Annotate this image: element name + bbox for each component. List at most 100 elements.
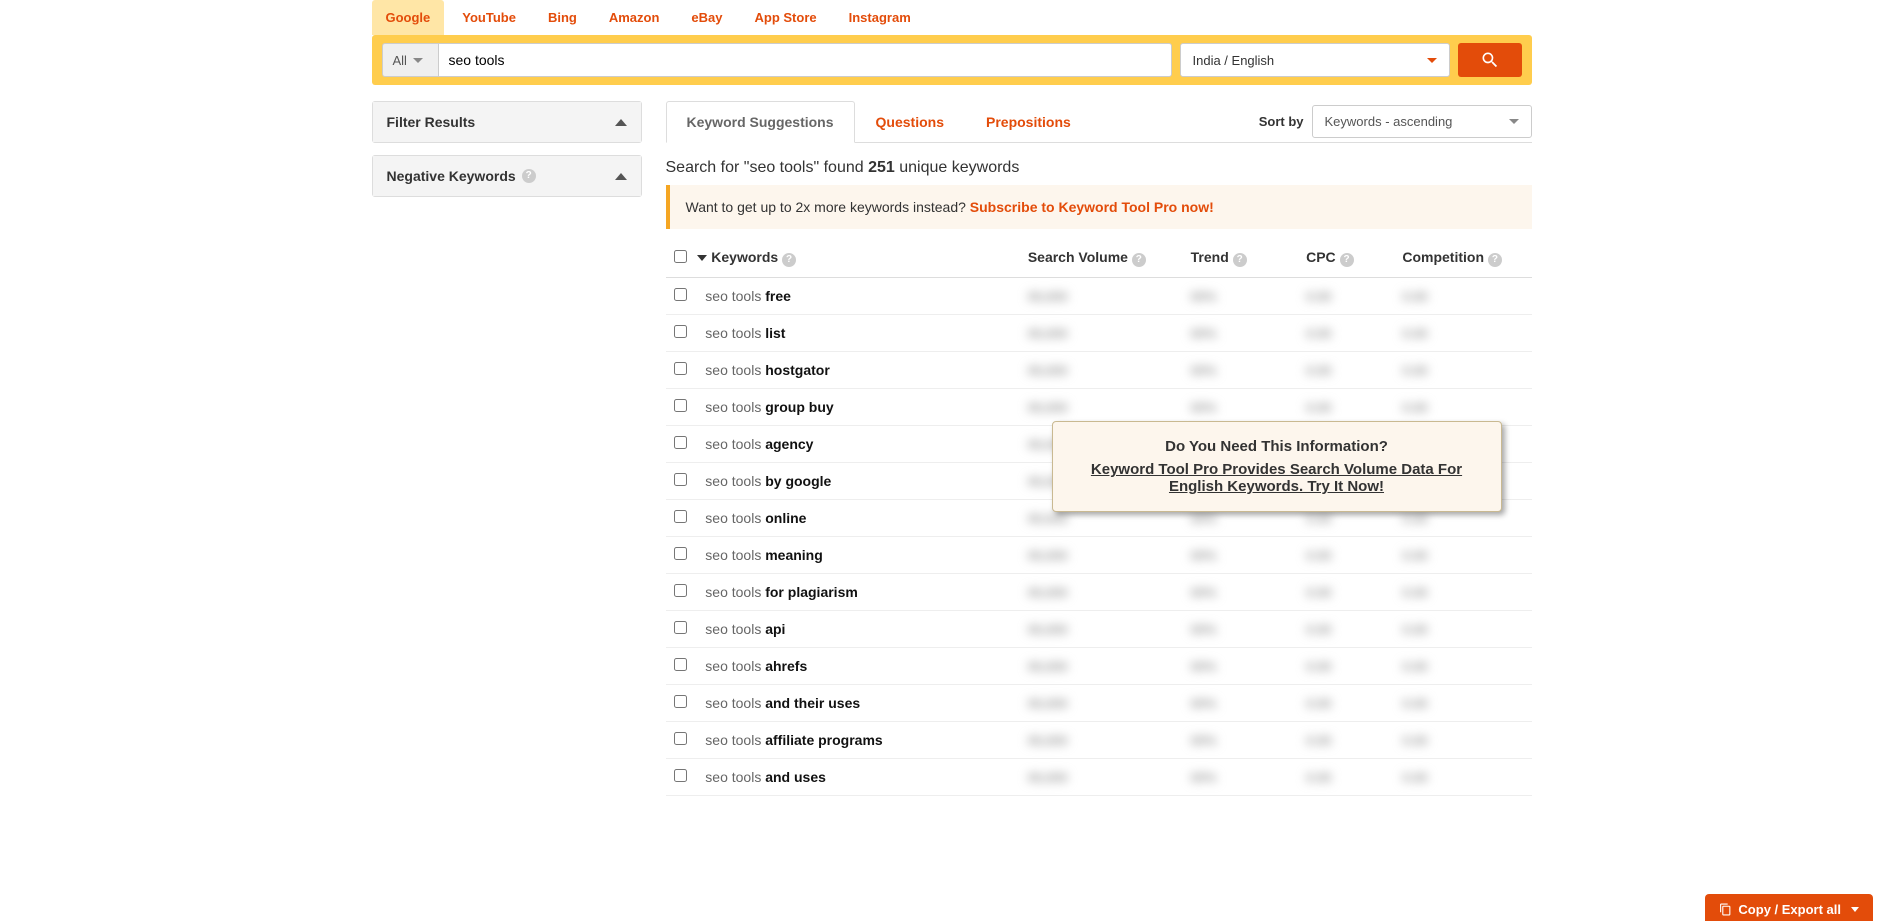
table-row: seo tools free00,00000%0.000.00	[666, 278, 1532, 315]
keyword-cell: seo tools agency	[705, 436, 813, 452]
search-volume-cell: 00,000	[1028, 733, 1068, 748]
table-row: seo tools ahrefs00,00000%0.000.00	[666, 648, 1532, 685]
keywords-header[interactable]: Keywords ?	[697, 239, 1020, 278]
select-all-header	[666, 239, 698, 278]
locale-select[interactable]: India / English	[1180, 43, 1450, 77]
search-volume-cell: 00,000	[1028, 585, 1068, 600]
competition-cell: 0.00	[1402, 696, 1427, 711]
keyword-cell: seo tools list	[705, 325, 785, 341]
upsell-popup[interactable]: Do You Need This Information? Keyword To…	[1052, 421, 1502, 512]
row-checkbox[interactable]	[674, 399, 687, 412]
table-row: seo tools meaning00,00000%0.000.00	[666, 537, 1532, 574]
source-tab-amazon[interactable]: Amazon	[595, 0, 674, 35]
row-checkbox[interactable]	[674, 325, 687, 338]
keyword-cell: seo tools group buy	[705, 399, 833, 415]
source-tab-bing[interactable]: Bing	[534, 0, 591, 35]
competition-cell: 0.00	[1402, 770, 1427, 785]
row-checkbox[interactable]	[674, 621, 687, 634]
row-checkbox[interactable]	[674, 510, 687, 523]
content-tabs-row: Keyword SuggestionsQuestionsPrepositions…	[666, 101, 1532, 143]
row-checkbox[interactable]	[674, 436, 687, 449]
chevron-down-icon	[1427, 58, 1437, 63]
row-checkbox[interactable]	[674, 473, 687, 486]
export-button[interactable]: Copy / Export all	[1705, 894, 1873, 921]
row-checkbox[interactable]	[674, 288, 687, 301]
negative-keywords-toggle[interactable]: Negative Keywords ?	[373, 156, 641, 196]
table-row: seo tools list00,00000%0.000.00	[666, 315, 1532, 352]
cpc-cell: 0.00	[1306, 659, 1331, 674]
table-row: seo tools api00,00000%0.000.00	[666, 611, 1532, 648]
select-all-checkbox[interactable]	[674, 250, 687, 263]
keyword-cell: seo tools free	[705, 288, 791, 304]
table-row: seo tools and their uses00,00000%0.000.0…	[666, 685, 1532, 722]
negative-keywords-panel: Negative Keywords ?	[372, 155, 642, 197]
trend-header[interactable]: Trend ?	[1183, 239, 1298, 278]
search-input[interactable]	[438, 43, 1172, 77]
header-label: Trend	[1191, 249, 1229, 265]
search-volume-header[interactable]: Search Volume ?	[1020, 239, 1183, 278]
sort-desc-icon	[697, 255, 707, 261]
tab-questions[interactable]: Questions	[855, 101, 965, 142]
search-volume-cell: 00,000	[1028, 696, 1068, 711]
sidebar: Filter Results Negative Keywords ?	[372, 101, 642, 796]
content: Keyword SuggestionsQuestionsPrepositions…	[666, 101, 1532, 796]
keyword-cell: seo tools online	[705, 510, 806, 526]
source-tab-instagram[interactable]: Instagram	[835, 0, 925, 35]
row-checkbox[interactable]	[674, 362, 687, 375]
header-label: CPC	[1306, 249, 1336, 265]
cpc-cell: 0.00	[1306, 770, 1331, 785]
competition-cell: 0.00	[1402, 400, 1427, 415]
row-checkbox[interactable]	[674, 547, 687, 560]
promo-link[interactable]: Subscribe to Keyword Tool Pro now!	[970, 199, 1214, 215]
search-volume-cell: 00,000	[1028, 326, 1068, 341]
filter-results-panel: Filter Results	[372, 101, 642, 143]
category-select[interactable]: All	[382, 43, 438, 77]
source-tab-app-store[interactable]: App Store	[741, 0, 831, 35]
search-button[interactable]	[1458, 43, 1522, 77]
table-row: seo tools and uses00,00000%0.000.00	[666, 759, 1532, 796]
promo-text: Want to get up to 2x more keywords inste…	[686, 199, 970, 215]
trend-cell: 00%	[1191, 622, 1217, 637]
clipboard-icon	[1719, 903, 1732, 916]
help-icon: ?	[522, 169, 536, 183]
results-prefix: Search for "seo tools" found	[666, 159, 869, 176]
sort-select[interactable]: Keywords - ascending	[1312, 105, 1532, 138]
help-icon: ?	[1233, 253, 1247, 267]
competition-cell: 0.00	[1402, 548, 1427, 563]
popup-cta: . Try It Now!	[1299, 478, 1384, 495]
filter-results-toggle[interactable]: Filter Results	[373, 102, 641, 142]
source-tab-ebay[interactable]: eBay	[677, 0, 736, 35]
search-icon	[1480, 50, 1500, 70]
keyword-cell: seo tools affiliate programs	[705, 732, 882, 748]
trend-cell: 00%	[1191, 770, 1217, 785]
locale-label: India / English	[1193, 53, 1275, 68]
keywords-table: Keywords ? Search Volume ? Trend ? CPC ?…	[666, 239, 1532, 796]
competition-header[interactable]: Competition ?	[1394, 239, 1531, 278]
source-tabs: GoogleYouTubeBingAmazoneBayApp StoreInst…	[372, 0, 1532, 35]
row-checkbox[interactable]	[674, 658, 687, 671]
popup-title: Do You Need This Information?	[1073, 438, 1481, 455]
row-checkbox[interactable]	[674, 584, 687, 597]
cpc-header[interactable]: CPC ?	[1298, 239, 1394, 278]
row-checkbox[interactable]	[674, 695, 687, 708]
chevron-down-icon	[1851, 907, 1859, 912]
competition-cell: 0.00	[1402, 326, 1427, 341]
cpc-cell: 0.00	[1306, 400, 1331, 415]
cpc-cell: 0.00	[1306, 326, 1331, 341]
row-checkbox[interactable]	[674, 732, 687, 745]
row-checkbox[interactable]	[674, 769, 687, 782]
promo-banner: Want to get up to 2x more keywords inste…	[666, 185, 1532, 229]
header-label: Competition	[1402, 249, 1484, 265]
tab-prepositions[interactable]: Prepositions	[965, 101, 1092, 142]
tab-keyword-suggestions[interactable]: Keyword Suggestions	[666, 101, 855, 143]
popup-link-text: Keyword Tool Pro Provides Search Volume …	[1091, 461, 1462, 495]
search-volume-cell: 00,000	[1028, 400, 1068, 415]
source-tab-youtube[interactable]: YouTube	[448, 0, 530, 35]
trend-cell: 00%	[1191, 289, 1217, 304]
source-tab-google[interactable]: Google	[372, 0, 445, 35]
export-label: Copy / Export all	[1738, 902, 1841, 917]
competition-cell: 0.00	[1402, 733, 1427, 748]
competition-cell: 0.00	[1402, 659, 1427, 674]
trend-cell: 00%	[1191, 696, 1217, 711]
competition-cell: 0.00	[1402, 585, 1427, 600]
